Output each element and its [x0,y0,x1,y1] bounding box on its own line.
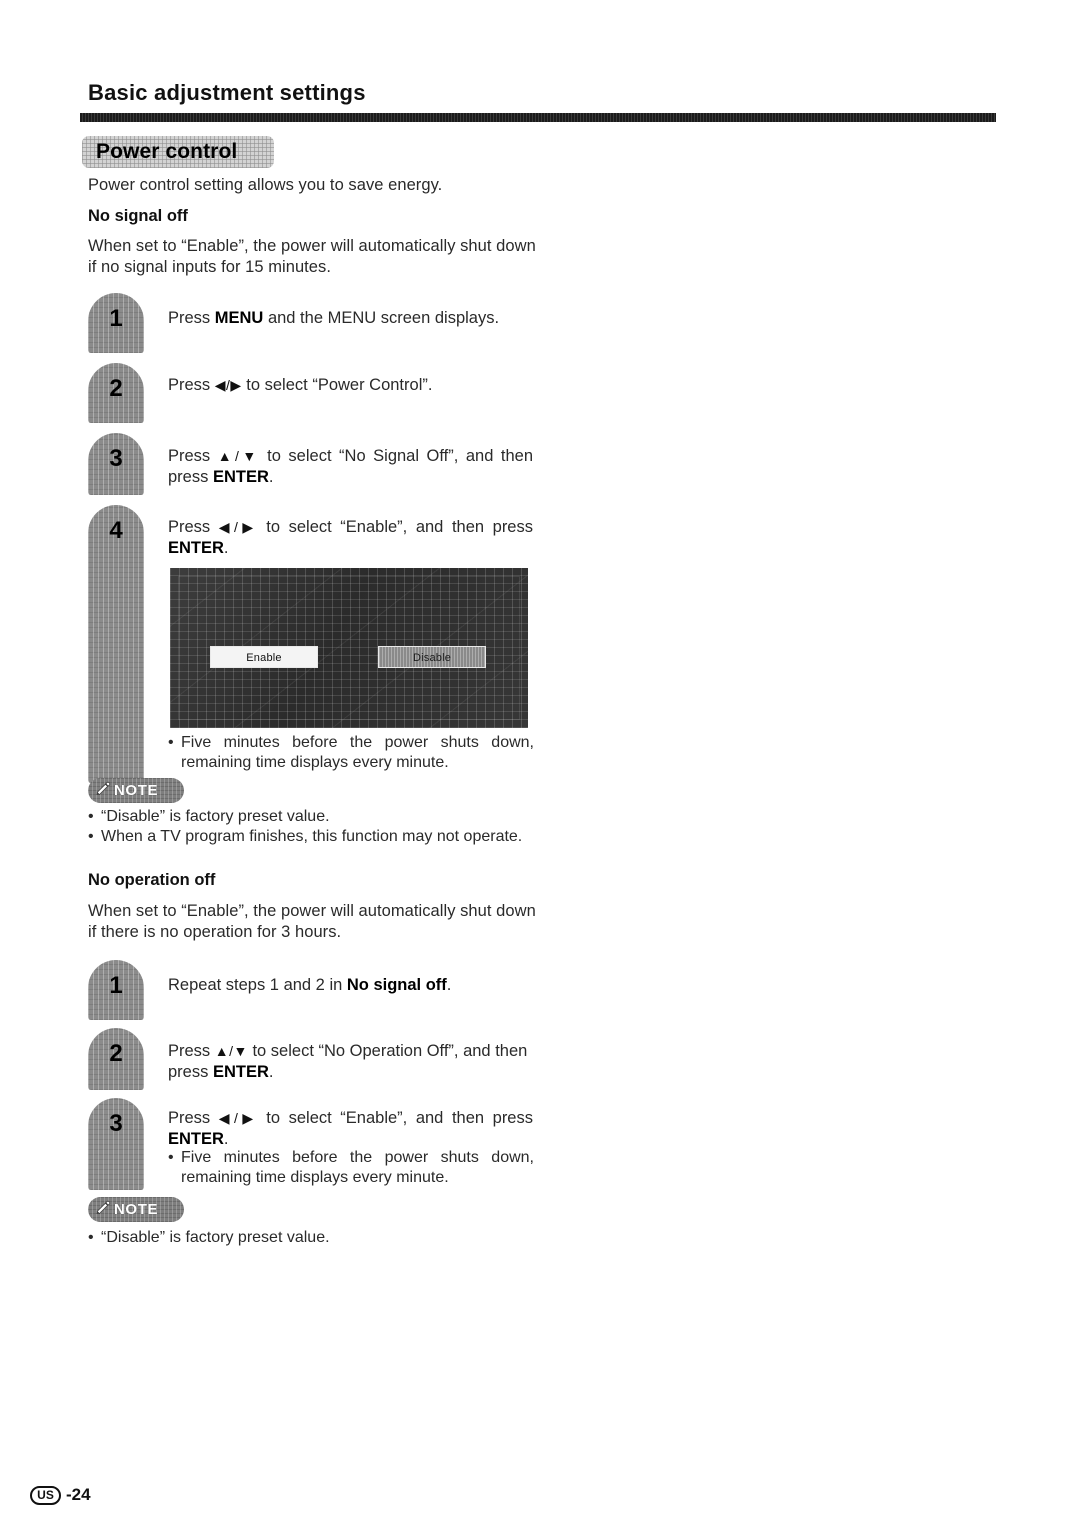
step-4-post: . [223,539,229,557]
bullet-text: “Disable” is factory preset value. [101,808,330,825]
step-badge-op-1: 1 [88,960,144,1020]
osd-screenshot-no-signal-off: Enable Disable [170,568,528,728]
step-1-pre: Press [168,309,215,327]
subheading-no-signal-off: No signal off [88,207,188,225]
step-op-2-post: . [268,1063,274,1081]
step-3-pre: Press [168,447,218,465]
step-1-mid: and the MENU screen displays. [263,309,500,327]
osd-enable-option: Enable [210,646,318,668]
step-4-bold-enter: ENTER [168,539,224,557]
step-text-2: Press ◀/▶ to select “Power Control”. [168,375,548,396]
step-text-op-1: Repeat steps 1 and 2 in No signal off. [168,975,548,996]
step-op-3-post: . [223,1130,229,1148]
pencil-icon [95,781,111,800]
step-op-3-pre: Press [168,1109,219,1127]
bullet-text: “Disable” is factory preset value. [101,1229,330,1246]
section-badge-power-control: Power control [82,136,274,168]
no-operation-off-description: When set to “Enable”, the power will aut… [88,902,536,941]
step-badge-3: 3 [88,433,144,495]
note-1-bullets: • “Disable” is factory preset value. • W… [88,807,543,847]
left-right-arrow-icon: ◀/▶ [218,519,258,535]
step-badge-op-3: 3 [88,1098,144,1190]
note-badge-1: NOTE [88,778,184,803]
subheading-no-operation-off: No operation off [88,871,216,889]
bullet-glyph: • [168,734,174,751]
up-down-arrow-icon: ▲/▼ [214,1043,248,1059]
pencil-icon [95,1200,111,1219]
no-signal-off-description: When set to “Enable”, the power will aut… [88,237,536,276]
note-badge-2: NOTE [88,1197,184,1222]
step-text-op-2: Press ▲/▼ to select “No Operation Off”, … [168,1041,540,1083]
page-title: Basic adjustment settings [88,80,366,105]
step-1-bold-menu: MENU [214,309,264,327]
step-text-1: Press MENU and the MENU screen displays. [168,308,548,329]
step-4-mid: to select “Enable”, and then press [257,518,533,536]
bullet-text: When a TV program finishes, this functio… [101,828,523,845]
step-text-4: Press ◀/▶ to select “Enable”, and then p… [168,517,533,559]
note-label: NOTE [114,782,159,799]
step-op-2-bold-enter: ENTER [212,1063,269,1081]
no-signal-off-inline-bullets: • Five minutes before the power shuts do… [168,733,534,773]
bullet-item: • “Disable” is factory preset value. [88,807,543,827]
title-divider [80,113,996,122]
step-op-1-post: . [446,976,452,994]
step-text-op-3: Press ◀/▶ to select “Enable”, and then p… [168,1108,533,1150]
step-badge-2: 2 [88,363,144,423]
step-op-3-bold-enter: ENTER [168,1130,224,1148]
left-right-arrow-icon: ◀/▶ [214,377,242,393]
step-badge-op-2: 2 [88,1028,144,1090]
left-right-arrow-icon: ◀/▶ [218,1110,258,1126]
osd-disable-option: Disable [378,646,486,668]
step-2-mid: to select “Power Control”. [241,376,433,394]
region-badge: US [30,1485,61,1505]
step-3-post: . [268,468,274,486]
step-4-pre: Press [168,518,219,536]
step-op-3-mid: to select “Enable”, and then press [257,1109,533,1127]
section-intro-text: Power control setting allows you to save… [88,176,443,194]
step-op-2-pre: Press [168,1042,215,1060]
bullet-glyph: • [88,808,94,825]
step-op-1-bold: No signal off [346,976,447,994]
step-2-pre: Press [168,376,215,394]
bullet-item: • Five minutes before the power shuts do… [168,1148,534,1188]
step-text-3: Press ▲/▼ to select “No Signal Off”, and… [168,446,533,488]
note-label: NOTE [114,1201,159,1218]
no-operation-off-inline-bullets: • Five minutes before the power shuts do… [168,1148,534,1188]
page-footer: US -24 [30,1485,91,1505]
bullet-glyph: • [88,828,94,845]
bullet-item: • “Disable” is factory preset value. [88,1228,543,1248]
page-number: -24 [66,1485,91,1504]
step-op-1-pre: Repeat steps 1 and 2 in [168,976,347,994]
step-3-bold-enter: ENTER [212,468,269,486]
step-badge-4: 4 [88,505,144,783]
bullet-item: • Five minutes before the power shuts do… [168,733,534,773]
up-down-arrow-icon: ▲/▼ [217,448,260,464]
manual-page: Basic adjustment settings Power control … [0,0,1080,1532]
bullet-item: • When a TV program finishes, this funct… [88,827,543,847]
bullet-text: Five minutes before the power shuts down… [181,734,534,771]
bullet-glyph: • [88,1229,94,1246]
bullet-text: Five minutes before the power shuts down… [181,1149,534,1186]
section-badge-label: Power control [96,140,238,163]
step-badge-1: 1 [88,293,144,353]
note-2-bullets: • “Disable” is factory preset value. [88,1228,543,1248]
bullet-glyph: • [168,1149,174,1166]
